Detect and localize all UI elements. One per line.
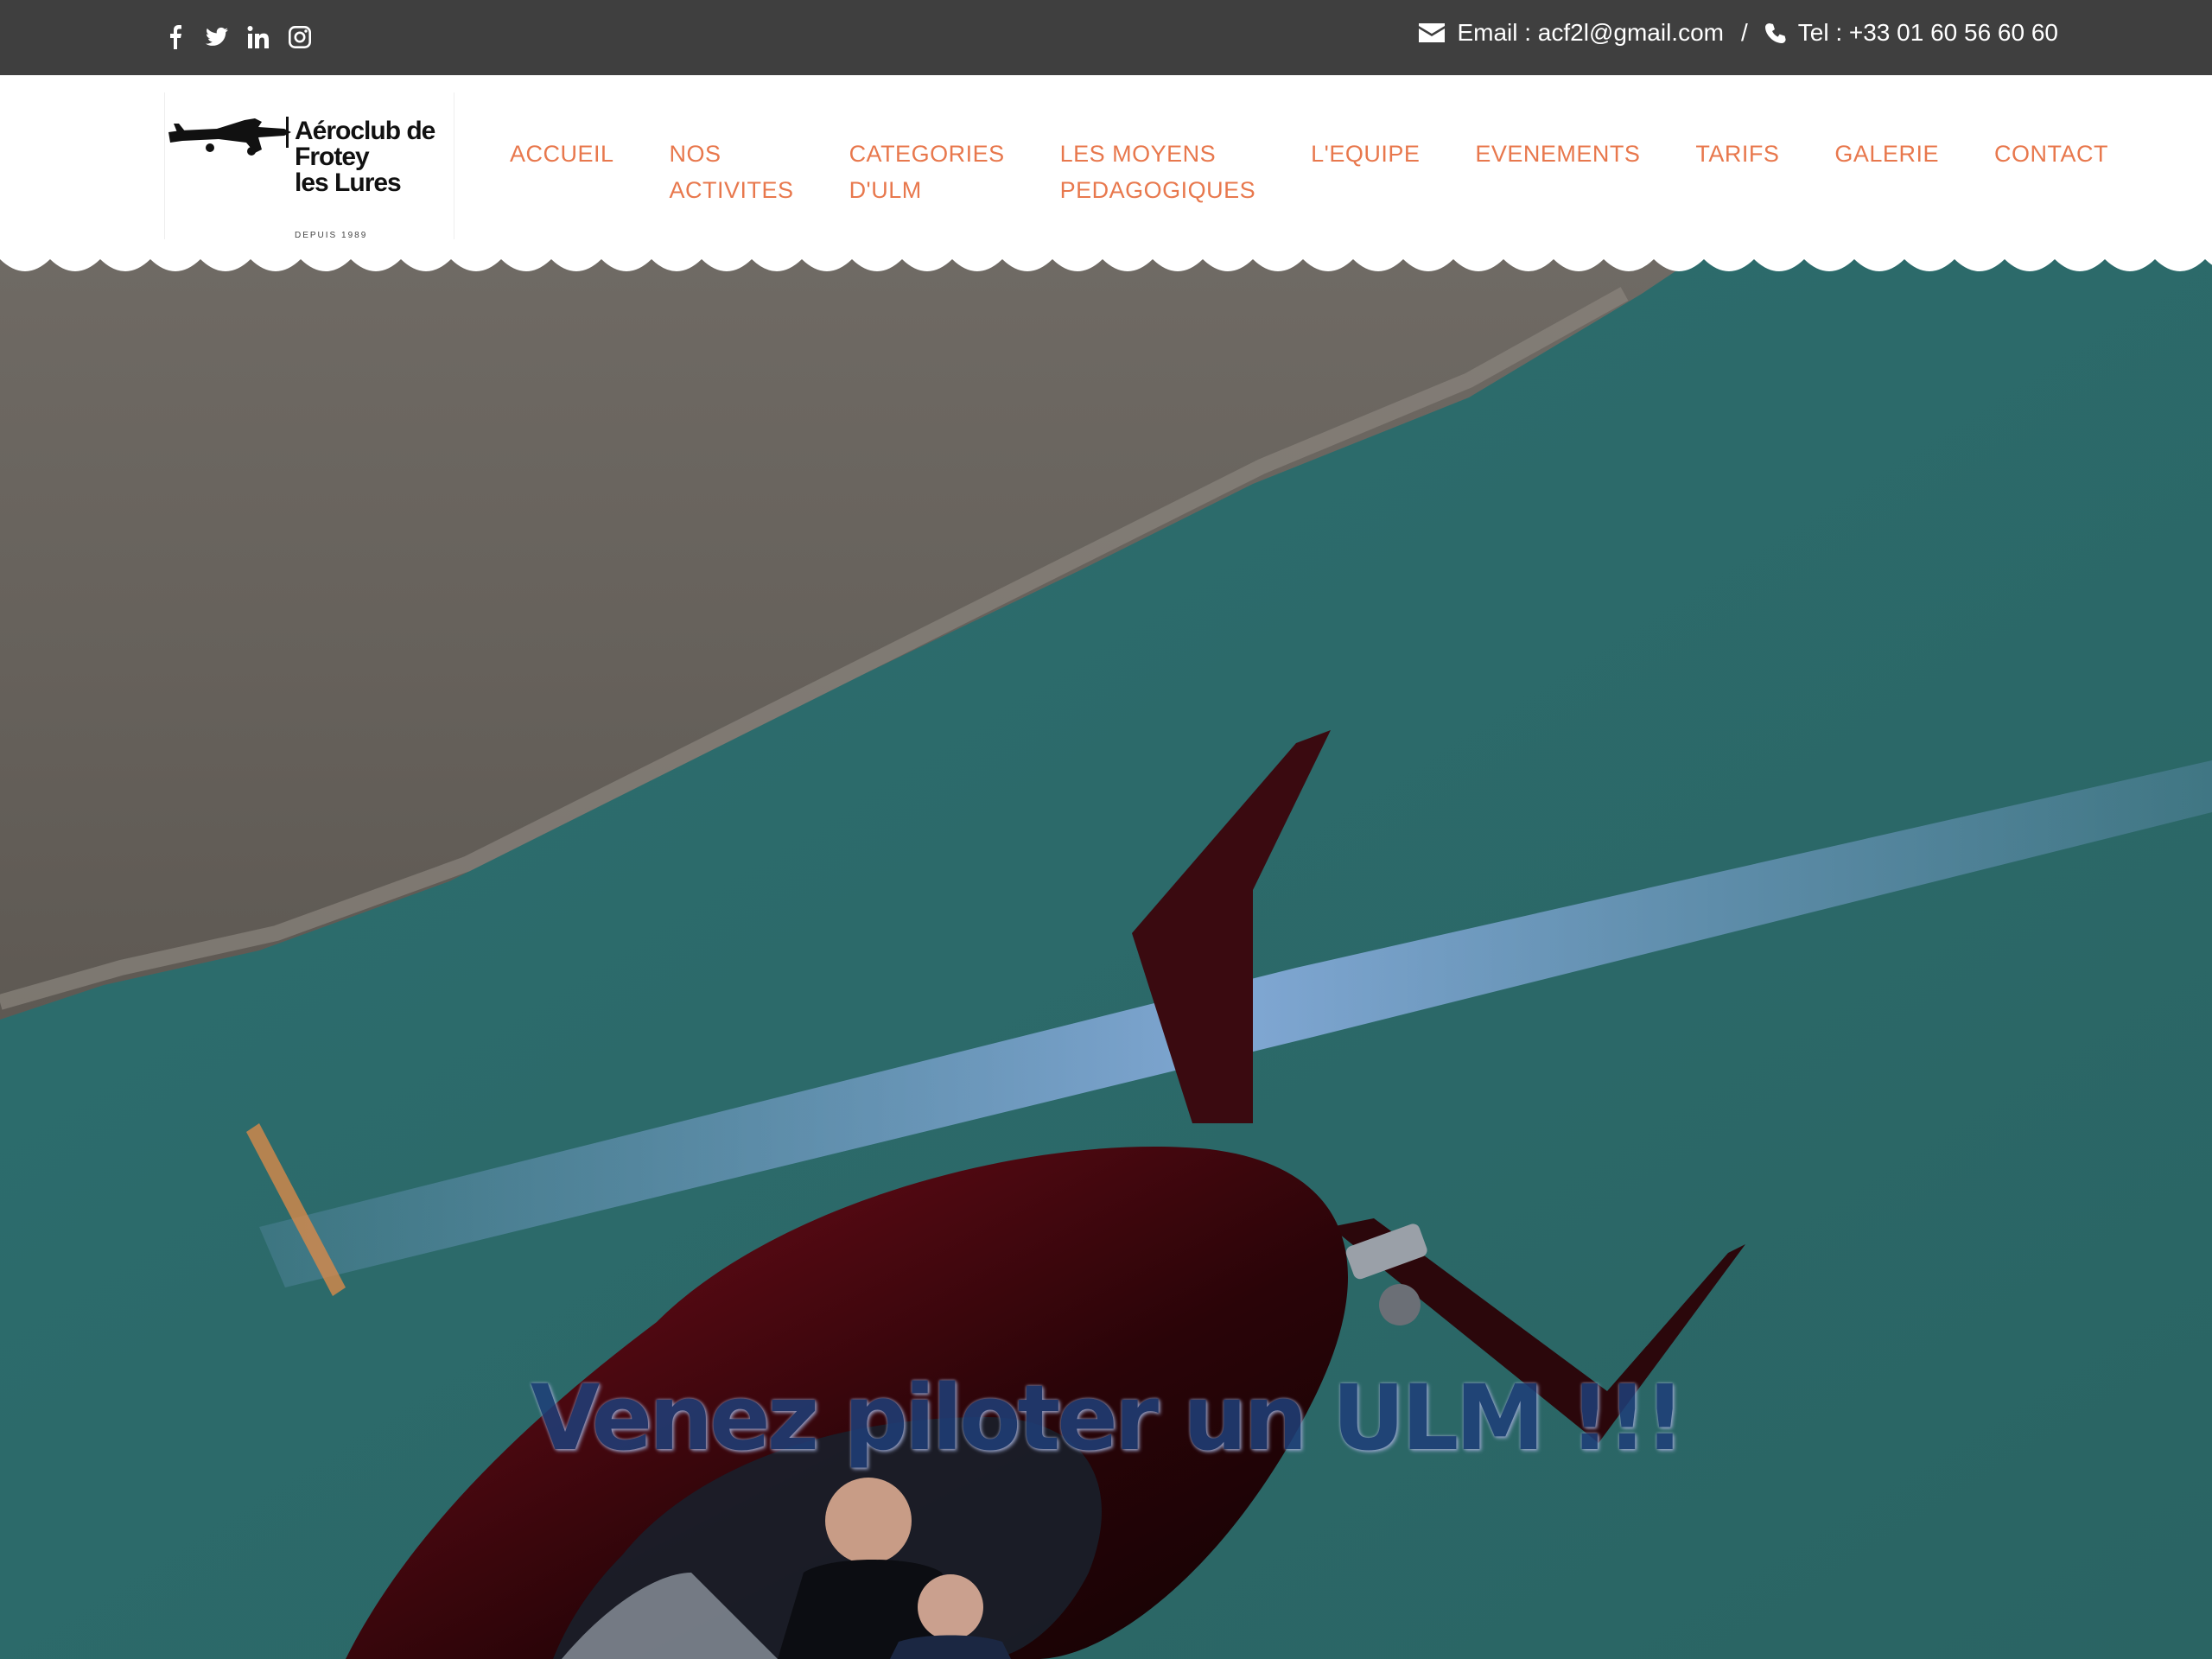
social-links — [164, 22, 311, 52]
phone-icon — [1764, 22, 1786, 43]
nav-item-nos-activites[interactable]: NOS ACTIVITES — [670, 136, 794, 208]
instagram-icon[interactable] — [289, 22, 311, 52]
nav-item-accueil[interactable]: ACCUEIL — [510, 136, 614, 172]
phone-link[interactable]: Tel : +33 01 60 56 60 60 — [1798, 19, 2058, 47]
site-logo[interactable]: Aéroclub de Frotey les Lures DEPUIS 1989 — [164, 92, 454, 240]
wave-divider — [0, 259, 2212, 271]
airplane-logo-icon — [168, 117, 291, 156]
contact-info: Email : acf2l@gmail.com / Tel : +33 01 6… — [1419, 19, 2058, 47]
logo-since: DEPUIS 1989 — [295, 231, 368, 240]
hero-title: Venez piloter un ULM !!! — [530, 1365, 1686, 1471]
logo-text: Aéroclub de Frotey les Lures — [295, 117, 435, 197]
top-bar: Email : acf2l@gmail.com / Tel : +33 01 6… — [0, 0, 2212, 75]
twitter-icon[interactable] — [206, 22, 228, 52]
site-header: Aéroclub de Frotey les Lures DEPUIS 1989… — [0, 75, 2212, 265]
nav-item-contact[interactable]: CONTACT — [1994, 136, 2108, 172]
facebook-icon[interactable] — [164, 22, 187, 52]
nav-item-equipe[interactable]: L'EQUIPE — [1311, 136, 1420, 172]
nav-item-galerie[interactable]: GALERIE — [1834, 136, 1939, 172]
nav-item-evenements[interactable]: EVENEMENTS — [1475, 136, 1640, 172]
nav-item-categories-ulm[interactable]: CATEGORIES D'ULM — [849, 136, 1005, 208]
nav-item-moyens-pedagogiques[interactable]: LES MOYENS PEDAGOGIQUES — [1060, 136, 1256, 208]
linkedin-icon[interactable] — [247, 22, 270, 52]
envelope-icon — [1419, 23, 1446, 42]
contact-separator: / — [1740, 19, 1748, 46]
hero-banner: Venez piloter un ULM !!! — [0, 259, 2212, 1659]
nav-item-tarifs[interactable]: TARIFS — [1695, 136, 1779, 172]
main-nav: ACCUEIL NOS ACTIVITES CATEGORIES D'ULM L… — [510, 136, 2108, 208]
email-link[interactable]: Email : acf2l@gmail.com — [1457, 19, 1724, 47]
